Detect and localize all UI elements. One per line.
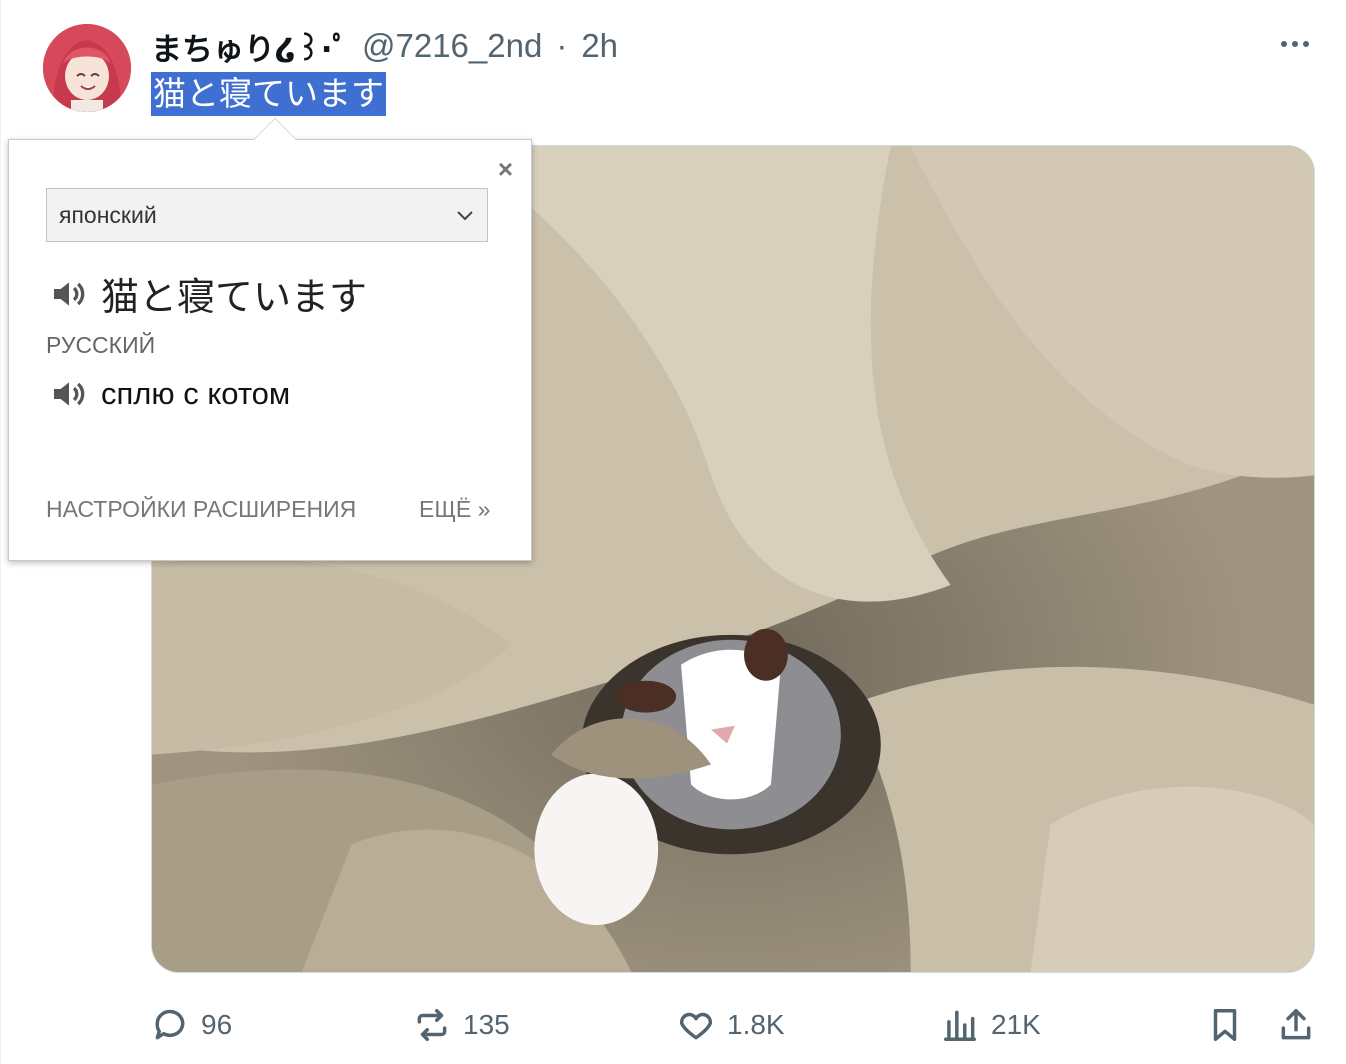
translation-popup: × японский 猫と寝ています РУССКИЙ сплю с котом … bbox=[8, 118, 532, 561]
speaker-icon[interactable] bbox=[49, 274, 89, 314]
repost-count: 135 bbox=[463, 1009, 510, 1040]
display-name[interactable]: まちゅり໒꒱·ﾟ bbox=[151, 24, 348, 69]
reply-count: 96 bbox=[201, 1009, 233, 1040]
close-icon[interactable]: × bbox=[498, 154, 513, 185]
heart-icon bbox=[679, 1012, 713, 1040]
reply-button[interactable]: 96 bbox=[151, 1000, 232, 1050]
source-language-select[interactable]: японский bbox=[46, 188, 488, 242]
views-button[interactable]: 21K bbox=[941, 1000, 1041, 1050]
tweet-actions: 96 135 1.8K 21K bbox=[151, 1000, 1315, 1050]
bookmark-icon bbox=[1213, 1009, 1237, 1041]
tweet: まちゅり໒꒱·ﾟ @7216_2nd · 2h 猫と寝ています 96 135 1… bbox=[0, 0, 1346, 1064]
user-handle[interactable]: @7216_2nd bbox=[362, 27, 542, 65]
repost-icon bbox=[417, 1009, 447, 1041]
source-text-row: 猫と寝ています bbox=[49, 266, 367, 321]
speaker-icon[interactable] bbox=[49, 374, 89, 414]
share-button[interactable] bbox=[1277, 1000, 1315, 1050]
more-dot bbox=[1281, 41, 1287, 47]
source-text: 猫と寝ています bbox=[101, 275, 368, 319]
views-count: 21K bbox=[991, 1009, 1041, 1040]
views-chart-icon bbox=[944, 1010, 976, 1041]
tweet-header: まちゅり໒꒱·ﾟ @7216_2nd · 2h bbox=[151, 24, 618, 68]
popup-pointer bbox=[253, 118, 297, 140]
reply-icon bbox=[155, 1009, 185, 1040]
like-count: 1.8K bbox=[727, 1009, 785, 1040]
chevron-down-icon bbox=[457, 211, 473, 221]
more-link[interactable]: ЕЩЁ » bbox=[419, 496, 490, 523]
source-language-value: японский bbox=[59, 201, 157, 228]
extension-settings-link[interactable]: НАСТРОЙКИ РАСШИРЕНИЯ bbox=[46, 496, 356, 523]
like-button[interactable]: 1.8K bbox=[677, 1000, 785, 1050]
repost-button[interactable]: 135 bbox=[413, 1000, 510, 1050]
translated-text: сплю с котом bbox=[101, 376, 291, 411]
header-separator: · bbox=[556, 27, 568, 64]
target-text-row: сплю с котом bbox=[49, 374, 290, 414]
more-dot bbox=[1303, 41, 1309, 47]
user-avatar[interactable] bbox=[43, 24, 131, 112]
target-language-label: РУССКИЙ bbox=[46, 332, 156, 358]
bookmark-button[interactable] bbox=[1206, 1000, 1244, 1050]
timestamp[interactable]: 2h bbox=[581, 27, 618, 65]
tweet-text-selected[interactable]: 猫と寝ています bbox=[151, 72, 386, 116]
share-upload-icon bbox=[1281, 1009, 1311, 1040]
more-dot bbox=[1292, 41, 1298, 47]
more-options-icon[interactable] bbox=[1275, 30, 1315, 58]
